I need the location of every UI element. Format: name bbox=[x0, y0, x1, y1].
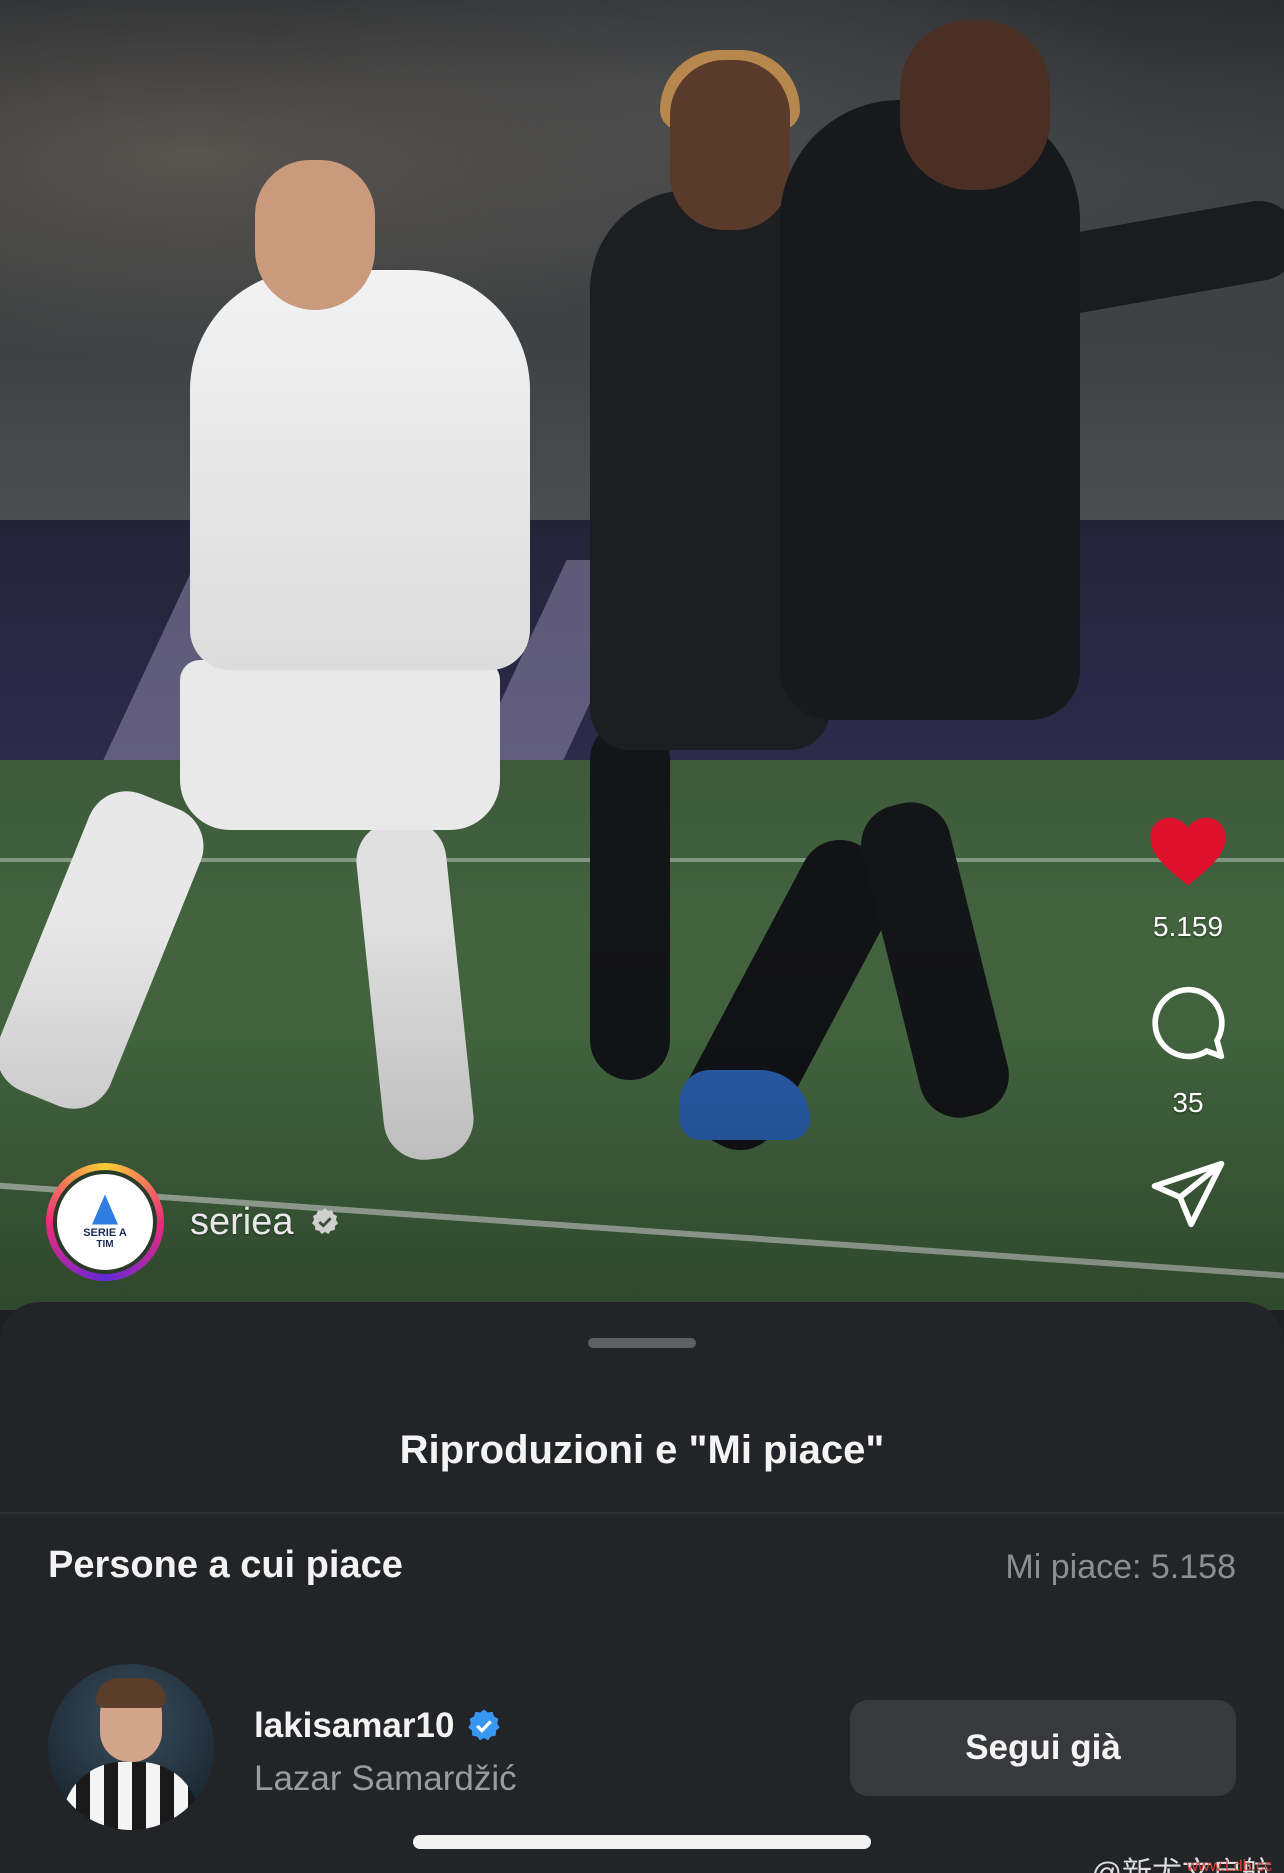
list-item[interactable]: lakisamar10 Lazar Samardžić Segui già bbox=[48, 1664, 1236, 1834]
full-name: Lazar Samardžić bbox=[254, 1759, 517, 1798]
comment-count: 35 bbox=[1172, 1087, 1204, 1118]
share-button[interactable] bbox=[1132, 1159, 1244, 1229]
comment-button[interactable]: 35 bbox=[1132, 983, 1244, 1119]
avatar[interactable] bbox=[48, 1664, 214, 1830]
like-count: 5.159 bbox=[1152, 911, 1224, 942]
home-indicator[interactable] bbox=[413, 1835, 871, 1849]
following-button[interactable]: Segui già bbox=[850, 1700, 1236, 1796]
video-player[interactable]: 5.159 35 SERIE A TIM seriea bbox=[0, 0, 1284, 1310]
sheet-title: Riproduzioni e "Mi piace" bbox=[399, 1428, 885, 1472]
verified-icon bbox=[311, 1208, 338, 1234]
video-shade bbox=[0, 0, 1284, 1310]
like-button[interactable]: 5.159 bbox=[1132, 815, 1244, 943]
avatar-shirt bbox=[62, 1762, 200, 1830]
action-rail: 5.159 35 bbox=[1132, 815, 1244, 1269]
heart-icon bbox=[1150, 817, 1226, 886]
section-title: Persone a cui piace bbox=[48, 1544, 403, 1586]
account-name[interactable]: seriea bbox=[190, 1201, 294, 1244]
logo-text: SERIE A bbox=[83, 1226, 127, 1239]
divider bbox=[0, 1512, 1284, 1514]
comment-icon bbox=[1152, 986, 1225, 1060]
logo-text: TIM bbox=[96, 1238, 114, 1250]
watermark-url: www.Ldb.cc bbox=[1186, 1858, 1272, 1873]
sheet-grabber[interactable] bbox=[588, 1338, 696, 1348]
serie-a-logo-icon bbox=[92, 1194, 118, 1225]
username-line: lakisamar10 bbox=[254, 1706, 502, 1746]
account-avatar[interactable]: SERIE A TIM bbox=[46, 1163, 164, 1281]
watermark: @新尤文启航 www.Ldb.cc bbox=[1092, 1848, 1272, 1873]
account-header[interactable]: SERIE A TIM seriea bbox=[46, 1163, 340, 1281]
verified-icon bbox=[468, 1709, 501, 1741]
serie-a-logo: SERIE A TIM bbox=[53, 1170, 157, 1274]
likes-count: Mi piace: 5.158 bbox=[1005, 1548, 1236, 1586]
share-icon bbox=[1151, 1160, 1225, 1228]
avatar-hair bbox=[96, 1678, 166, 1708]
username[interactable]: lakisamar10 bbox=[254, 1706, 454, 1746]
reel-screen: 5.159 35 SERIE A TIM seriea Riproduzioni… bbox=[0, 0, 1284, 1873]
likes-sheet: Riproduzioni e "Mi piace" Persone a cui … bbox=[0, 1302, 1284, 1873]
